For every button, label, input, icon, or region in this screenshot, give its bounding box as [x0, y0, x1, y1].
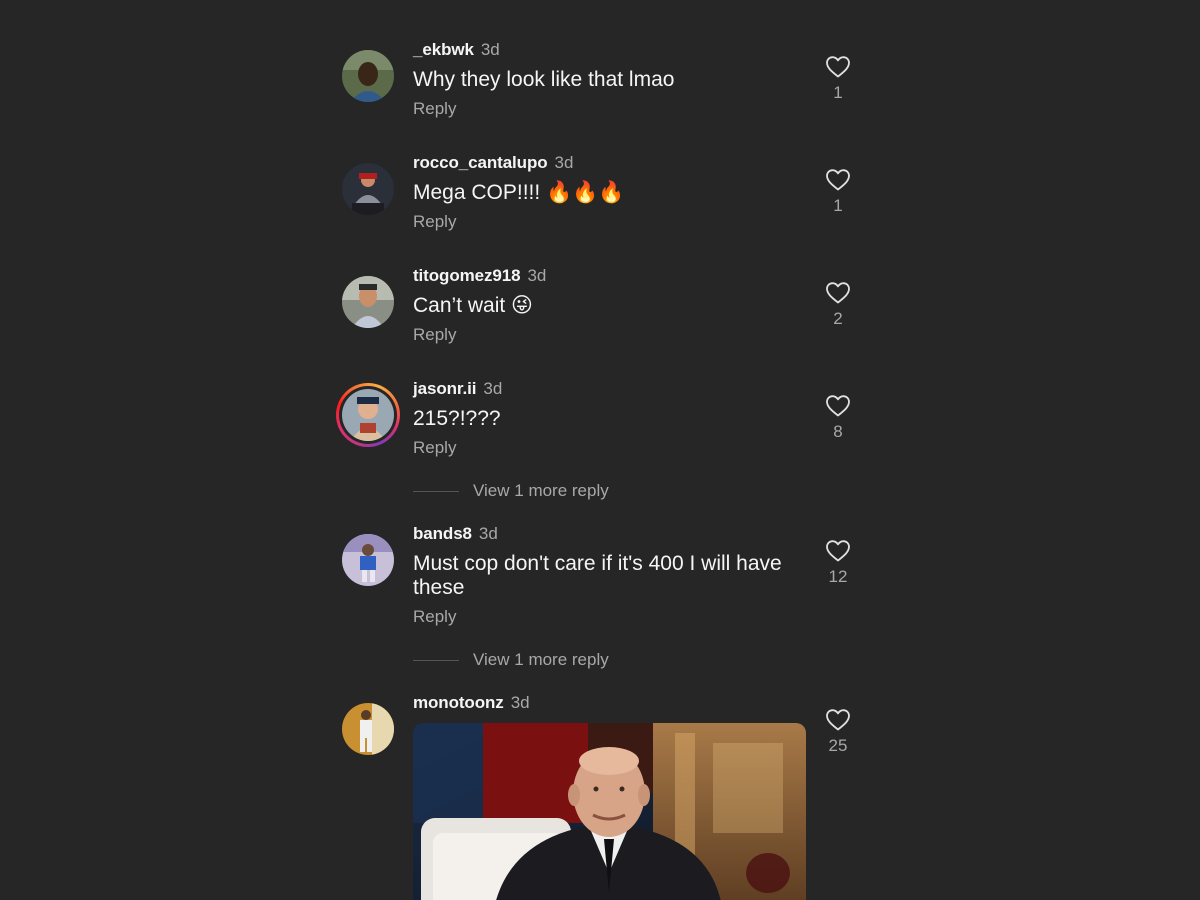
like-count: 25 [828, 736, 848, 755]
view-more-label: View 1 more reply [473, 650, 609, 669]
username-link[interactable]: rocco_cantalupo [413, 153, 548, 172]
view-more-label: View 1 more reply [473, 481, 609, 500]
reply-button[interactable]: Reply [413, 325, 793, 345]
comment-text: Why they look like that lmao [413, 68, 675, 91]
comment-meta: monotoonz 3d [413, 693, 793, 713]
like-control: 1 [818, 168, 858, 216]
timestamp: 3d [483, 379, 503, 398]
avatar-story-ring[interactable] [336, 383, 400, 447]
reply-button[interactable]: Reply [413, 438, 793, 458]
avatar [342, 389, 394, 441]
like-control: 25 [818, 708, 858, 756]
like-control: 2 [818, 281, 858, 329]
reply-button[interactable]: Reply [413, 99, 793, 119]
reply-button[interactable]: Reply [413, 212, 793, 232]
comment-meta: rocco_cantalupo 3d [413, 153, 793, 173]
comment-meta: titogomez918 3d [413, 266, 793, 286]
reply-button[interactable]: Reply [413, 607, 783, 627]
timestamp: 3d [554, 153, 574, 172]
username-link[interactable]: titogomez918 [413, 266, 521, 285]
comment-meta: jasonr.ii 3d [413, 379, 793, 399]
timestamp: 3d [478, 524, 498, 543]
avatar[interactable] [342, 163, 394, 215]
like-count: 1 [833, 196, 843, 215]
username-link[interactable]: monotoonz [413, 693, 504, 712]
comment-gif-image[interactable] [413, 723, 806, 900]
avatar[interactable] [342, 276, 394, 328]
comment-text: Can’t wait 😜 [413, 294, 533, 317]
view-more-replies-button[interactable]: View 1 more reply [413, 481, 609, 501]
like-control: 12 [818, 539, 858, 587]
like-control: 1 [818, 55, 858, 103]
username-link[interactable]: jasonr.ii [413, 379, 476, 398]
like-count: 8 [833, 422, 843, 441]
avatar[interactable] [342, 534, 394, 586]
comment-meta: bands8 3d [413, 524, 783, 544]
comment-text: Must cop don't care if it's 400 I will h… [413, 552, 782, 599]
timestamp: 3d [527, 266, 547, 285]
heart-outline-icon[interactable] [825, 708, 851, 732]
like-count: 2 [833, 309, 843, 328]
like-count: 1 [833, 83, 843, 102]
view-more-replies-button[interactable]: View 1 more reply [413, 650, 609, 670]
username-link[interactable]: bands8 [413, 524, 472, 543]
timestamp: 3d [510, 693, 530, 712]
divider-line [413, 490, 459, 492]
comments-screen: _ekbwk 3d Why they look like that lmao Re… [0, 0, 1200, 900]
heart-outline-icon[interactable] [825, 539, 851, 563]
comment-meta: _ekbwk 3d [413, 40, 793, 60]
like-control: 8 [818, 394, 858, 442]
username-link[interactable]: _ekbwk [413, 40, 474, 59]
divider-line [413, 659, 459, 661]
comment-text: Mega COP!!!! 🔥🔥🔥 [413, 181, 625, 204]
heart-outline-icon[interactable] [825, 168, 851, 192]
heart-outline-icon[interactable] [825, 281, 851, 305]
heart-outline-icon[interactable] [825, 394, 851, 418]
like-count: 12 [828, 567, 848, 586]
timestamp: 3d [480, 40, 500, 59]
heart-outline-icon[interactable] [825, 55, 851, 79]
avatar[interactable] [342, 50, 394, 102]
comment-text: 215?!??? [413, 407, 501, 430]
avatar[interactable] [342, 703, 394, 755]
